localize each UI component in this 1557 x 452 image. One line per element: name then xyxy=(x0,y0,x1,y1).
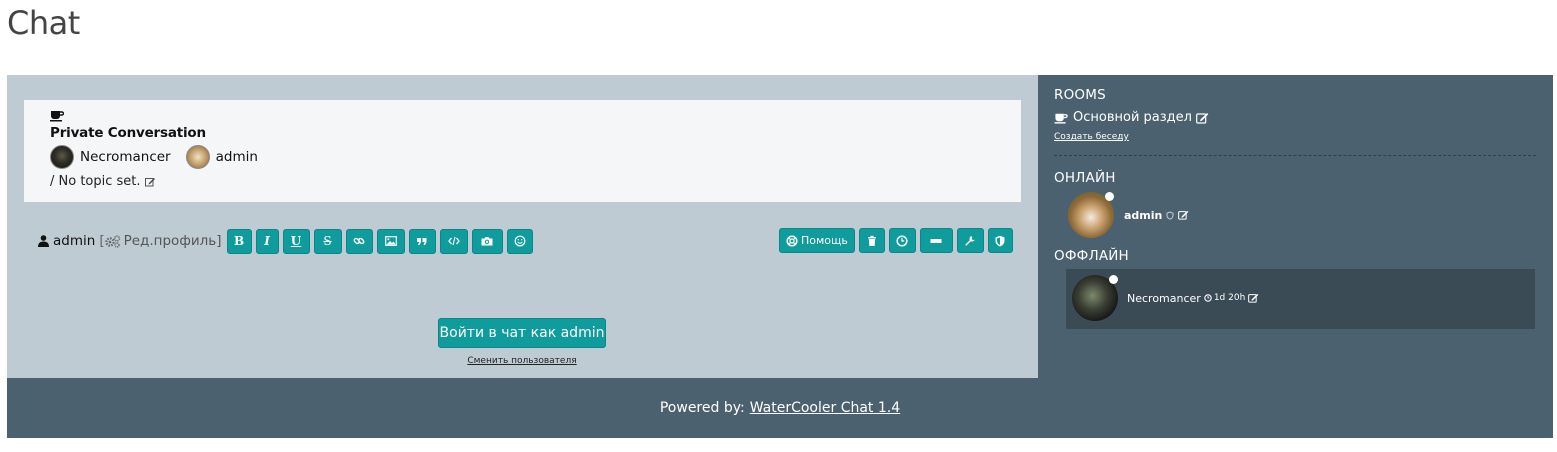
offline-status-dot xyxy=(1109,275,1118,284)
underline-button[interactable]: U xyxy=(282,228,310,254)
user-icon xyxy=(38,235,49,247)
current-username: admin xyxy=(53,233,96,249)
online-status-dot xyxy=(1105,192,1114,201)
shield-icon xyxy=(1166,211,1174,220)
link-button[interactable] xyxy=(345,228,373,254)
chat-container: Private Conversation Necromancer admin /… xyxy=(7,75,1553,438)
current-user: admin [ xyxy=(38,233,105,249)
edit-user-icon[interactable] xyxy=(1178,210,1189,220)
avatar xyxy=(1068,192,1114,238)
online-user-item[interactable]: admin xyxy=(1068,192,1189,238)
conversation-title: Private Conversation xyxy=(50,125,206,141)
online-user-name: admin xyxy=(1124,209,1189,222)
code-button[interactable] xyxy=(439,228,468,254)
avatar xyxy=(1072,275,1118,321)
edit-user-icon[interactable] xyxy=(1248,293,1259,303)
participant-admin[interactable]: admin xyxy=(185,145,258,169)
last-seen: 1d 20h xyxy=(1204,293,1245,303)
smiley-icon xyxy=(514,235,525,247)
chat-sidebar: ROOMS Основной раздел Создать беседу ОНЛ… xyxy=(1038,75,1553,378)
edit-topic-icon[interactable] xyxy=(144,177,155,187)
ban-button[interactable] xyxy=(919,228,953,253)
bold-label: B xyxy=(233,234,245,248)
emoji-button[interactable] xyxy=(506,228,533,254)
bold-button[interactable]: B xyxy=(226,228,252,254)
editor-toolbar: admin [ Ред.профиль ] B I U S xyxy=(38,228,533,254)
last-seen-value: 1d 20h xyxy=(1213,293,1246,303)
edit-profile-label: Ред.профиль xyxy=(123,233,217,249)
watercooler-link[interactable]: WaterCooler Chat 1.4 xyxy=(750,400,900,416)
powered-by-label: Powered by: xyxy=(659,400,745,416)
topic-panel: Private Conversation Necromancer admin /… xyxy=(24,100,1021,202)
offline-user-list: Necromancer 1d 20h xyxy=(1066,269,1535,329)
cogs-icon xyxy=(104,234,120,248)
page-title: Chat xyxy=(7,4,80,42)
participant-name: Necromancer xyxy=(80,149,171,165)
topic-line: / No topic set. xyxy=(50,174,273,189)
offline-heading: ОФФЛАЙН xyxy=(1054,248,1129,264)
settings-button[interactable] xyxy=(956,228,984,253)
switch-user-link[interactable]: Сменить пользователя xyxy=(422,356,622,366)
camera-icon xyxy=(481,237,493,246)
offline-user-name: Necromancer 1d 20h xyxy=(1127,292,1259,305)
underline-label: U xyxy=(290,234,302,248)
rooms-heading: ROOMS xyxy=(1054,87,1106,103)
minus-icon xyxy=(930,238,942,243)
avatar xyxy=(50,145,74,169)
history-button[interactable] xyxy=(888,228,916,253)
edit-profile-link[interactable]: Ред.профиль ] xyxy=(104,233,222,249)
sidebar-divider xyxy=(1054,155,1536,156)
room-name: Основной раздел xyxy=(1073,110,1192,125)
clear-chat-button[interactable] xyxy=(858,228,885,253)
trash-icon xyxy=(867,235,876,246)
moderation-button[interactable] xyxy=(987,228,1013,253)
bracket-close: ] xyxy=(216,233,222,249)
image-button[interactable] xyxy=(376,228,405,254)
join-chat-button[interactable]: Войти в чат как admin xyxy=(438,318,606,348)
link-icon xyxy=(353,237,365,245)
username: Necromancer xyxy=(1127,291,1201,305)
participant-name: admin xyxy=(215,149,258,165)
help-button[interactable]: Помощь xyxy=(779,228,855,253)
help-label: Помощь xyxy=(801,234,848,247)
admin-toolbar: Помощь xyxy=(779,228,1013,253)
italic-button[interactable]: I xyxy=(255,228,279,254)
life-ring-icon xyxy=(786,234,798,247)
participant-list: Necromancer admin xyxy=(50,145,273,169)
coffee-cup-icon xyxy=(1054,113,1068,124)
strikethrough-button[interactable]: S xyxy=(313,228,342,254)
coffee-cup-icon xyxy=(50,111,64,122)
room-item[interactable]: Основной раздел xyxy=(1054,110,1214,125)
clock-icon xyxy=(1204,294,1212,302)
username: admin xyxy=(1124,208,1163,222)
quote-icon xyxy=(417,238,427,245)
offline-user-item[interactable]: Necromancer 1d 20h xyxy=(1072,275,1259,321)
italic-label: I xyxy=(264,234,270,248)
footer: Powered by: WaterCooler Chat 1.4 xyxy=(7,378,1553,438)
topic-text: No topic set. xyxy=(58,174,141,189)
online-heading: ОНЛАЙН xyxy=(1054,170,1116,186)
quote-button[interactable] xyxy=(408,228,436,254)
clock-icon xyxy=(896,234,908,247)
topic-prefix: / xyxy=(50,174,59,189)
code-icon xyxy=(447,236,460,246)
create-room-link[interactable]: Создать беседу xyxy=(1054,132,1129,142)
shield-icon xyxy=(995,235,1005,246)
avatar xyxy=(185,145,210,169)
wrench-icon xyxy=(965,235,976,246)
strikethrough-label: S xyxy=(323,234,332,248)
participant-necromancer[interactable]: Necromancer xyxy=(50,145,171,169)
edit-room-icon[interactable] xyxy=(1196,112,1209,124)
screenshot-button[interactable] xyxy=(471,228,503,254)
image-icon xyxy=(384,236,397,246)
chat-main-area: Private Conversation Necromancer admin /… xyxy=(7,75,1038,378)
